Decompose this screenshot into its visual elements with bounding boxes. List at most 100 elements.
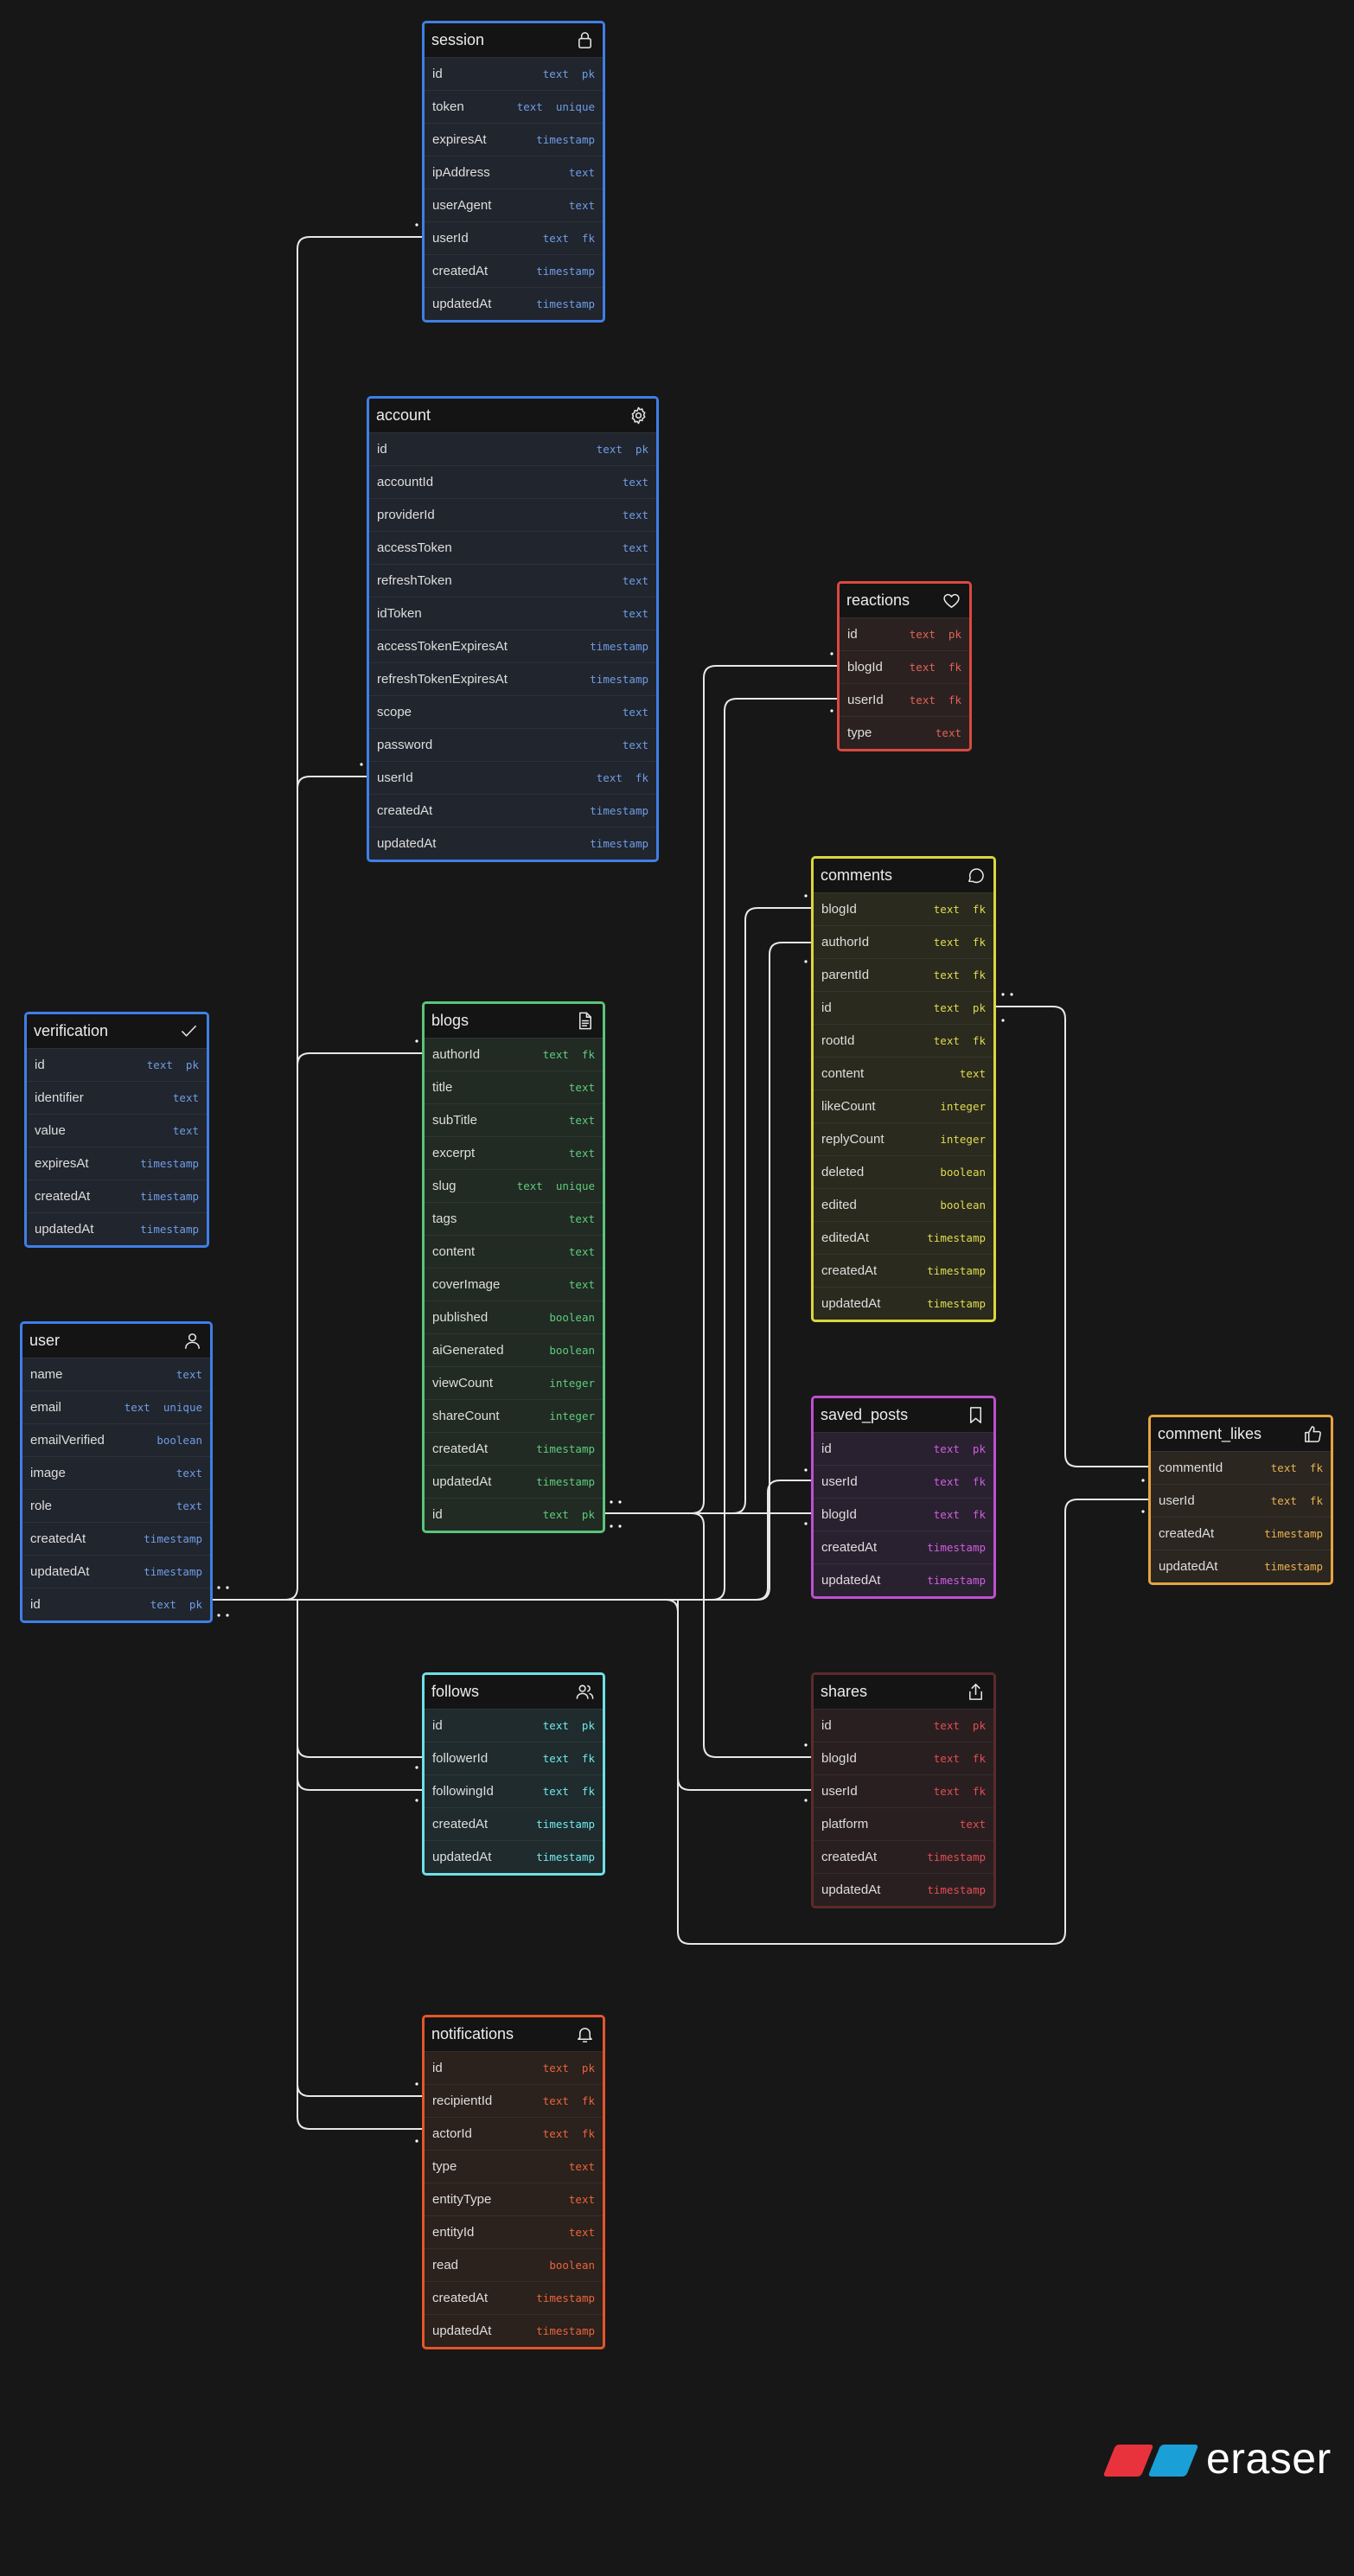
table-row[interactable]: idToken text: [369, 597, 656, 630]
table-row[interactable]: id text pk: [369, 432, 656, 465]
table-row[interactable]: ipAddress text: [425, 156, 603, 189]
table-row[interactable]: followingId text fk: [425, 1774, 603, 1807]
table-row[interactable]: aiGenerated boolean: [425, 1333, 603, 1366]
table-row[interactable]: actorId text fk: [425, 2117, 603, 2150]
table-row[interactable]: blogId text fk: [814, 892, 993, 925]
table-row[interactable]: commentId text fk: [1151, 1451, 1331, 1484]
table-row[interactable]: authorId text fk: [814, 925, 993, 958]
table-row[interactable]: token text unique: [425, 90, 603, 123]
table-row[interactable]: id text pk: [814, 1709, 993, 1742]
table-row[interactable]: createdAt timestamp: [27, 1179, 207, 1212]
table-notifications[interactable]: notifications id text pk recipientId text fk…: [422, 2015, 605, 2349]
table-row[interactable]: id text pk: [425, 1498, 603, 1531]
table-row[interactable]: editedAt timestamp: [814, 1221, 993, 1254]
table-blogs[interactable]: blogs authorId text fk title text subTitle tex…: [422, 1001, 605, 1533]
table-row[interactable]: userAgent text: [425, 189, 603, 221]
table-row[interactable]: accountId text: [369, 465, 656, 498]
table-row[interactable]: id text pk: [425, 2051, 603, 2084]
table-row[interactable]: likeCount integer: [814, 1090, 993, 1122]
table-row[interactable]: identifier text: [27, 1081, 207, 1114]
table-row[interactable]: authorId text fk: [425, 1038, 603, 1071]
table-row[interactable]: accessTokenExpiresAt timestamp: [369, 630, 656, 662]
table-row[interactable]: entityId text: [425, 2215, 603, 2248]
table-saved_posts[interactable]: saved_posts id text pk userId text fk blogId t…: [811, 1396, 996, 1599]
table-row[interactable]: updatedAt timestamp: [425, 287, 603, 320]
table-row[interactable]: title text: [425, 1071, 603, 1103]
table-row[interactable]: createdAt timestamp: [425, 254, 603, 287]
table-row[interactable]: entityType text: [425, 2183, 603, 2215]
table-row[interactable]: createdAt timestamp: [369, 794, 656, 827]
table-row[interactable]: refreshToken text: [369, 564, 656, 597]
table-row[interactable]: updatedAt timestamp: [814, 1873, 993, 1906]
table-row[interactable]: userId text fk: [840, 683, 969, 716]
table-row[interactable]: userId text fk: [814, 1774, 993, 1807]
table-row[interactable]: id text pk: [840, 617, 969, 650]
table-row[interactable]: slug text unique: [425, 1169, 603, 1202]
table-row[interactable]: updatedAt timestamp: [22, 1555, 210, 1588]
table-row[interactable]: createdAt timestamp: [425, 1432, 603, 1465]
table-header[interactable]: session: [425, 23, 603, 57]
table-row[interactable]: accessToken text: [369, 531, 656, 564]
table-row[interactable]: read boolean: [425, 2248, 603, 2281]
table-row[interactable]: published boolean: [425, 1301, 603, 1333]
table-comment_likes[interactable]: comment_likes commentId text fk userId text …: [1148, 1415, 1333, 1585]
table-row[interactable]: recipientId text fk: [425, 2084, 603, 2117]
table-header[interactable]: comments: [814, 859, 993, 892]
table-row[interactable]: deleted boolean: [814, 1155, 993, 1188]
table-row[interactable]: updatedAt timestamp: [369, 827, 656, 860]
table-header[interactable]: reactions: [840, 584, 969, 617]
table-header[interactable]: verification: [27, 1014, 207, 1048]
table-header[interactable]: saved_posts: [814, 1398, 993, 1432]
table-row[interactable]: createdAt timestamp: [425, 1807, 603, 1840]
table-comments[interactable]: comments blogId text fk authorId text fk pare…: [811, 856, 996, 1322]
table-row[interactable]: updatedAt timestamp: [814, 1563, 993, 1596]
table-account[interactable]: account id text pk accountId text providerId t…: [367, 396, 659, 862]
table-row[interactable]: blogId text fk: [814, 1498, 993, 1531]
table-user[interactable]: user name text email text unique emailVerifie…: [20, 1321, 213, 1623]
table-row[interactable]: type text: [840, 716, 969, 749]
table-follows[interactable]: follows id text pk followerId text fk followi…: [422, 1672, 605, 1876]
table-row[interactable]: value text: [27, 1114, 207, 1147]
table-row[interactable]: viewCount integer: [425, 1366, 603, 1399]
table-row[interactable]: id text pk: [425, 57, 603, 90]
table-row[interactable]: excerpt text: [425, 1136, 603, 1169]
table-row[interactable]: scope text: [369, 695, 656, 728]
table-row[interactable]: followerId text fk: [425, 1742, 603, 1774]
table-row[interactable]: userId text fk: [814, 1465, 993, 1498]
table-row[interactable]: createdAt timestamp: [814, 1840, 993, 1873]
table-row[interactable]: userId text fk: [1151, 1484, 1331, 1517]
table-row[interactable]: id text pk: [22, 1588, 210, 1620]
table-row[interactable]: name text: [22, 1358, 210, 1390]
table-row[interactable]: edited boolean: [814, 1188, 993, 1221]
table-row[interactable]: createdAt timestamp: [425, 2281, 603, 2314]
table-header[interactable]: notifications: [425, 2017, 603, 2051]
table-row[interactable]: createdAt timestamp: [814, 1531, 993, 1563]
table-row[interactable]: shareCount integer: [425, 1399, 603, 1432]
table-header[interactable]: user: [22, 1324, 210, 1358]
table-row[interactable]: updatedAt timestamp: [425, 2314, 603, 2347]
table-row[interactable]: updatedAt timestamp: [814, 1287, 993, 1320]
table-row[interactable]: coverImage text: [425, 1268, 603, 1301]
table-row[interactable]: image text: [22, 1456, 210, 1489]
table-row[interactable]: tags text: [425, 1202, 603, 1235]
table-row[interactable]: blogId text fk: [814, 1742, 993, 1774]
table-row[interactable]: updatedAt timestamp: [1151, 1550, 1331, 1582]
table-row[interactable]: email text unique: [22, 1390, 210, 1423]
table-row[interactable]: id text pk: [27, 1048, 207, 1081]
table-header[interactable]: shares: [814, 1675, 993, 1709]
table-reactions[interactable]: reactions id text pk blogId text fk userId tex…: [837, 581, 972, 751]
table-row[interactable]: updatedAt timestamp: [27, 1212, 207, 1245]
table-row[interactable]: expiresAt timestamp: [425, 123, 603, 156]
table-shares[interactable]: shares id text pk blogId text fk userId text f…: [811, 1672, 996, 1908]
table-session[interactable]: session id text pk token text unique expiresA…: [422, 21, 605, 323]
table-row[interactable]: providerId text: [369, 498, 656, 531]
table-row[interactable]: platform text: [814, 1807, 993, 1840]
table-header[interactable]: account: [369, 399, 656, 432]
table-row[interactable]: id text pk: [814, 1432, 993, 1465]
table-row[interactable]: createdAt timestamp: [22, 1522, 210, 1555]
table-row[interactable]: password text: [369, 728, 656, 761]
table-row[interactable]: replyCount integer: [814, 1122, 993, 1155]
table-row[interactable]: id text pk: [814, 991, 993, 1024]
table-row[interactable]: subTitle text: [425, 1103, 603, 1136]
table-row[interactable]: createdAt timestamp: [814, 1254, 993, 1287]
